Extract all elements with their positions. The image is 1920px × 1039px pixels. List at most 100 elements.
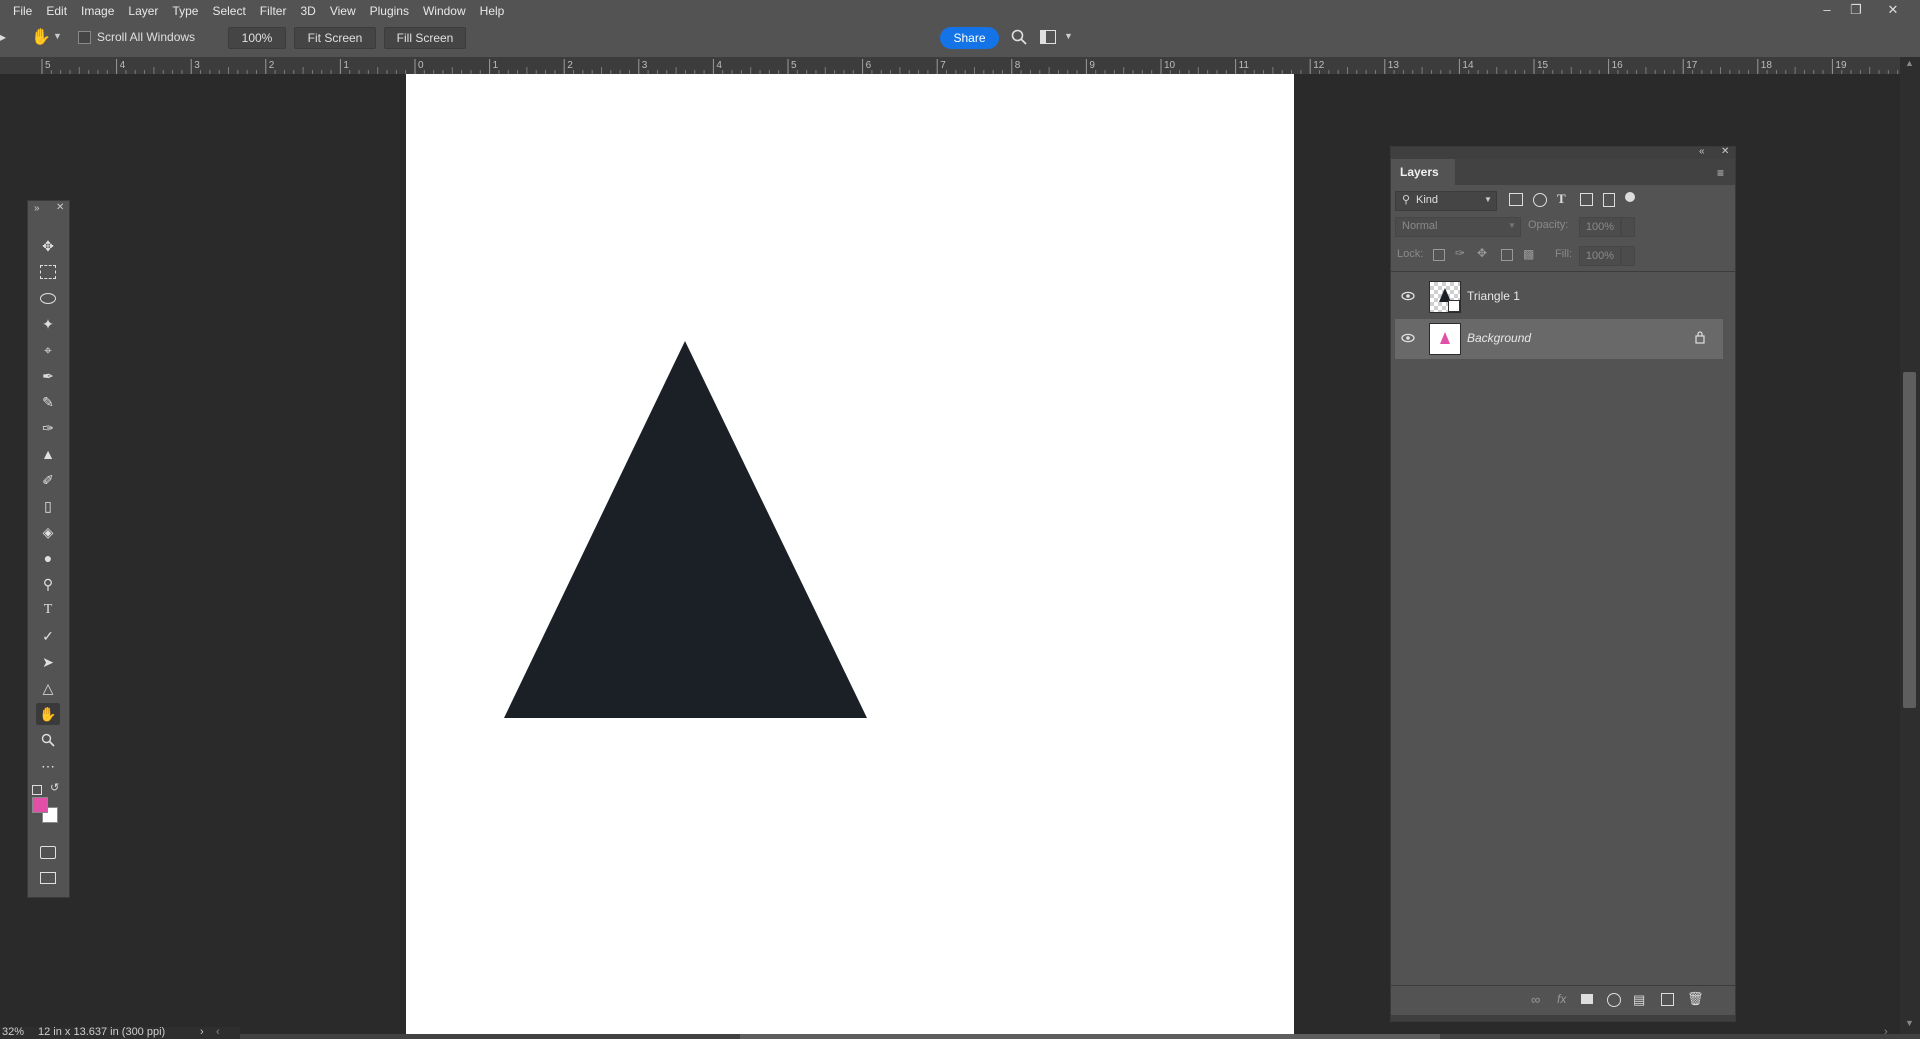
shape-tool-icon[interactable]: △	[36, 677, 60, 699]
brush-tool-icon[interactable]: ✑	[36, 417, 60, 439]
scroll-all-windows-checkbox[interactable]	[78, 31, 91, 44]
document-canvas[interactable]	[406, 74, 1294, 1034]
swap-colors-icon[interactable]: ↺	[50, 781, 59, 794]
menu-file[interactable]: File	[6, 3, 39, 19]
menu-window[interactable]: Window	[416, 3, 473, 19]
chevron-down-icon[interactable]: ▼	[53, 31, 62, 41]
hand-tool-icon[interactable]: ✋	[30, 27, 52, 47]
filter-smartobject-icon[interactable]	[1603, 193, 1615, 207]
fill-input[interactable]: 100%	[1579, 246, 1621, 266]
new-group-icon[interactable]: ▤	[1633, 992, 1645, 1008]
foreground-color-swatch[interactable]	[32, 797, 48, 813]
status-zoom[interactable]: 32%	[2, 1026, 24, 1038]
visibility-eye-icon[interactable]	[1401, 289, 1415, 303]
move-tool-icon[interactable]: ✥	[36, 235, 60, 257]
clone-stamp-tool-icon[interactable]: ▲	[36, 443, 60, 465]
zoom-tool-icon[interactable]	[36, 729, 60, 751]
type-tool-icon[interactable]: T	[36, 599, 60, 621]
history-brush-tool-icon[interactable]: ✐	[36, 469, 60, 491]
path-selection-tool-icon[interactable]: ➤	[36, 651, 60, 673]
minimize-button[interactable]: –	[1812, 0, 1842, 22]
menu-filter[interactable]: Filter	[253, 3, 294, 19]
screen-mode-icon[interactable]	[36, 867, 60, 889]
panel-bottom-strip	[1391, 1015, 1735, 1021]
ruler-tick-label: 15	[1537, 60, 1549, 71]
menu-3d[interactable]: 3D	[293, 3, 322, 19]
lock-image-icon[interactable]: ✑	[1455, 246, 1465, 260]
blur-tool-icon[interactable]: ●	[36, 547, 60, 569]
blend-mode-select[interactable]: Normal ▼	[1395, 217, 1521, 237]
lock-transparent-icon[interactable]	[1433, 249, 1445, 261]
paint-bucket-tool-icon[interactable]: ◈	[36, 521, 60, 543]
fill-slider-toggle[interactable]	[1621, 246, 1635, 266]
filter-type-icon[interactable]: T	[1557, 191, 1566, 207]
menu-layer[interactable]: Layer	[121, 3, 165, 19]
crop-tool-icon[interactable]: ⌖	[36, 339, 60, 361]
more-tools-icon[interactable]: ⋯	[36, 755, 60, 777]
close-button[interactable]: ✕	[1878, 0, 1908, 22]
scroll-up-icon[interactable]: ▲	[1905, 58, 1914, 68]
horizontal-scroll-thumb[interactable]	[740, 1034, 1440, 1039]
new-layer-icon[interactable]	[1661, 993, 1674, 1006]
link-layers-icon[interactable]: ∞	[1531, 992, 1540, 1007]
workspace-chevron-icon[interactable]: ▼	[1064, 31, 1073, 41]
close-panel-icon[interactable]: ✕	[56, 202, 64, 213]
marquee-tool-icon[interactable]	[36, 261, 60, 283]
menu-select[interactable]: Select	[205, 3, 252, 19]
share-button[interactable]: Share	[940, 27, 999, 49]
fx-icon[interactable]: fx	[1557, 992, 1566, 1006]
menu-plugins[interactable]: Plugins	[363, 3, 416, 19]
tool-preset-icon[interactable]: ▸	[0, 30, 10, 48]
menu-image[interactable]: Image	[74, 3, 121, 19]
pen-tool-icon[interactable]: ✓	[36, 625, 60, 647]
layer-row-background[interactable]: Background	[1395, 319, 1723, 359]
scroll-left-icon[interactable]: ‹	[216, 1026, 220, 1038]
filter-pixel-icon[interactable]	[1509, 193, 1523, 206]
close-layers-icon[interactable]: ✕	[1721, 146, 1729, 157]
filter-shape-icon[interactable]	[1580, 193, 1593, 206]
add-mask-icon[interactable]	[1581, 994, 1593, 1004]
vertical-scroll-thumb[interactable]	[1903, 372, 1916, 708]
collapse-layers-icon[interactable]: «	[1699, 146, 1705, 157]
eraser-tool-icon[interactable]: ▯	[36, 495, 60, 517]
visibility-eye-icon[interactable]	[1401, 331, 1415, 345]
collapse-panel-icon[interactable]: »	[34, 203, 40, 214]
zoom-100-button[interactable]: 100%	[228, 27, 286, 49]
ruler-tick-label: 12	[1313, 60, 1325, 71]
filter-adjustment-icon[interactable]	[1533, 193, 1547, 207]
lock-icon[interactable]	[1695, 331, 1705, 344]
dodge-tool-icon[interactable]: ⚲	[36, 573, 60, 595]
status-expand-icon[interactable]: ›	[200, 1026, 204, 1038]
panel-menu-icon[interactable]: ≡	[1717, 166, 1724, 180]
scroll-right-icon[interactable]: ›	[1884, 1026, 1888, 1038]
layer-row-triangle[interactable]: Triangle 1	[1395, 277, 1723, 317]
fill-screen-button[interactable]: Fill Screen	[384, 27, 466, 49]
quick-mask-icon[interactable]	[36, 841, 60, 863]
tab-layers[interactable]: Layers	[1391, 159, 1455, 185]
menu-type[interactable]: Type	[165, 3, 205, 19]
menu-view[interactable]: View	[323, 3, 363, 19]
menu-edit[interactable]: Edit	[39, 3, 74, 19]
opacity-input[interactable]: 100%	[1579, 217, 1621, 237]
hand-tool-active-icon[interactable]: ✋	[36, 703, 60, 725]
opacity-slider-toggle[interactable]	[1621, 217, 1635, 237]
magic-wand-tool-icon[interactable]: ✦	[36, 313, 60, 335]
filter-toggle-icon[interactable]	[1625, 192, 1635, 202]
lasso-tool-icon[interactable]	[36, 287, 60, 309]
new-adjustment-icon[interactable]	[1607, 993, 1621, 1007]
scroll-all-windows-label: Scroll All Windows	[97, 30, 196, 44]
workspace-icon[interactable]	[1040, 30, 1056, 44]
scroll-down-icon[interactable]: ▼	[1905, 1018, 1914, 1028]
menu-help[interactable]: Help	[473, 3, 512, 19]
lock-position-icon[interactable]: ✥	[1477, 246, 1487, 260]
default-colors-icon[interactable]	[32, 785, 42, 795]
eyedropper-tool-icon[interactable]: ✒	[36, 365, 60, 387]
restore-button[interactable]: ❐	[1841, 0, 1871, 22]
search-icon[interactable]	[1010, 28, 1028, 46]
fit-screen-button[interactable]: Fit Screen	[294, 27, 376, 49]
healing-brush-tool-icon[interactable]: ✎	[36, 391, 60, 413]
lock-artboard-icon[interactable]	[1501, 249, 1513, 261]
delete-layer-icon[interactable]: 🗑	[1687, 991, 1704, 1007]
filter-kind-select[interactable]: ⚲ Kind ▼	[1395, 191, 1497, 211]
lock-all-icon[interactable]: ▩	[1523, 247, 1534, 261]
